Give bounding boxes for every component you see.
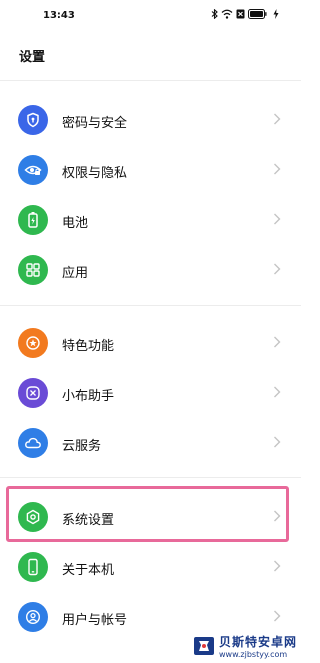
section-divider bbox=[0, 80, 301, 81]
grid-apps-icon bbox=[18, 255, 48, 285]
settings-item-apps[interactable]: 应用 bbox=[0, 246, 301, 296]
status-time: 13:43 bbox=[43, 10, 75, 21]
charging-icon bbox=[273, 9, 279, 19]
section-divider bbox=[0, 305, 301, 306]
settings-item-label: 小布助手 bbox=[62, 389, 115, 404]
phone-icon bbox=[18, 552, 48, 582]
settings-item-label: 关于本机 bbox=[62, 563, 115, 578]
star-badge-icon bbox=[18, 328, 48, 358]
settings-item-permissions-privacy[interactable]: 权限与隐私 bbox=[0, 146, 301, 196]
chevron-right-icon bbox=[274, 113, 281, 125]
chevron-right-icon bbox=[274, 263, 281, 275]
chevron-right-icon bbox=[274, 336, 281, 348]
battery-icon bbox=[18, 205, 48, 235]
assistant-icon bbox=[18, 378, 48, 408]
chevron-right-icon bbox=[274, 436, 281, 448]
settings-item-label: 用户与帐号 bbox=[62, 613, 128, 628]
chevron-right-icon bbox=[274, 163, 281, 175]
wifi-icon bbox=[221, 9, 233, 19]
section-divider bbox=[0, 477, 301, 478]
status-bar: 13:43 bbox=[0, 0, 301, 34]
settings-item-label: 电池 bbox=[62, 216, 89, 231]
chevron-right-icon bbox=[274, 213, 281, 225]
watermark-url: www.zjbstyy.com bbox=[218, 650, 288, 659]
settings-item-special-features[interactable]: 特色功能 bbox=[0, 319, 301, 369]
settings-item-cloud-service[interactable]: 云服务 bbox=[0, 419, 301, 469]
watermark-title: 贝斯特安卓网 bbox=[218, 635, 297, 649]
settings-item-label: 云服务 bbox=[62, 439, 102, 454]
no-sim-icon bbox=[236, 9, 245, 19]
site-logo-icon bbox=[193, 637, 214, 655]
page-title: 设置 bbox=[19, 50, 46, 65]
settings-item-label: 权限与隐私 bbox=[62, 166, 128, 181]
settings-item-label: 特色功能 bbox=[62, 339, 115, 354]
chevron-right-icon bbox=[274, 560, 281, 572]
bluetooth-icon bbox=[211, 9, 218, 19]
cloud-icon bbox=[18, 428, 48, 458]
settings-item-assistant[interactable]: 小布助手 bbox=[0, 369, 301, 419]
eye-lock-icon bbox=[18, 155, 48, 185]
highlight-box bbox=[6, 486, 289, 542]
user-icon bbox=[18, 602, 48, 632]
status-icons bbox=[211, 9, 279, 19]
settings-item-battery[interactable]: 电池 bbox=[0, 196, 301, 246]
settings-item-password-security[interactable]: 密码与安全 bbox=[0, 96, 301, 146]
settings-item-label: 应用 bbox=[62, 266, 89, 281]
battery-status-icon bbox=[248, 9, 267, 19]
settings-item-label: 密码与安全 bbox=[62, 116, 128, 131]
chevron-right-icon bbox=[274, 386, 281, 398]
shield-lock-icon bbox=[18, 105, 48, 135]
settings-item-about-device[interactable]: 关于本机 bbox=[0, 543, 301, 593]
site-watermark: 贝斯特安卓网 www.zjbstyy.com bbox=[192, 633, 297, 659]
chevron-right-icon bbox=[274, 610, 281, 622]
